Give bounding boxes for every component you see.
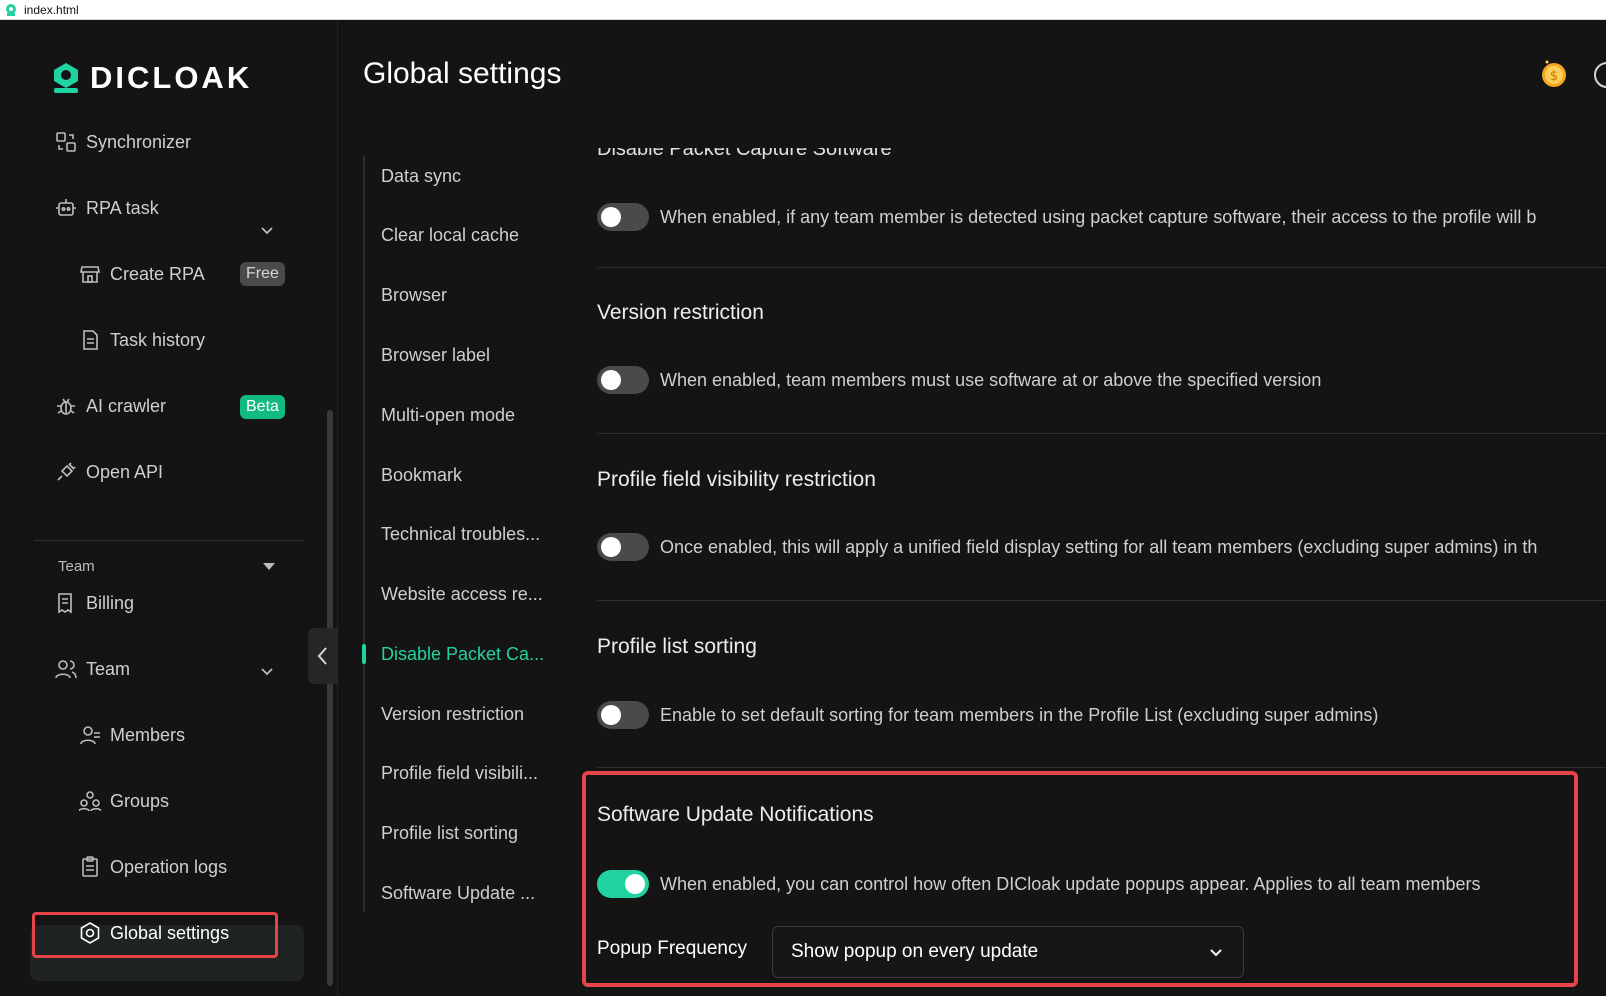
anchor-technical-troubleshooting[interactable]: Technical troubles... xyxy=(381,524,540,545)
plug-icon xyxy=(54,460,78,484)
setting-title-field-visibility: Profile field visibility restriction xyxy=(597,468,876,491)
setting-title-version-restriction: Version restriction xyxy=(597,301,764,324)
sidebar-item-label: AI crawler xyxy=(86,395,167,416)
sidebar-item-ai-crawler[interactable]: AI crawler xyxy=(54,391,166,421)
sidebar-item-operation-logs[interactable]: Operation logs xyxy=(78,852,227,882)
anchor-version-restriction[interactable]: Version restriction xyxy=(381,704,524,725)
sidebar-item-label: Create RPA xyxy=(110,263,205,284)
anchor-disable-packet-capture[interactable]: Disable Packet Ca... xyxy=(381,644,544,665)
divider xyxy=(597,767,1606,768)
anchor-profile-list-sorting[interactable]: Profile list sorting xyxy=(381,823,518,844)
setting-title-list-sorting: Profile list sorting xyxy=(597,635,757,658)
field-visibility-toggle[interactable] xyxy=(597,533,649,561)
setting-row-field-visibility: Once enabled, this will apply a unified … xyxy=(597,533,1537,561)
logo-text: DICLOAK xyxy=(90,60,253,95)
sidebar-item-members[interactable]: Members xyxy=(78,720,185,750)
window-title: index.html xyxy=(24,2,79,17)
anchor-bookmark[interactable]: Bookmark xyxy=(381,465,462,486)
window-titlebar: index.html xyxy=(0,0,1606,20)
account-icon[interactable] xyxy=(1594,62,1606,88)
sidebar-item-create-rpa[interactable]: Create RPA xyxy=(78,259,205,289)
sidebar-item-rpa-task[interactable]: RPA task xyxy=(54,193,159,223)
setting-title-packet-capture: Disable Packet Capture Software xyxy=(597,138,892,160)
setting-desc: When enabled, if any team member is dete… xyxy=(660,206,1537,227)
collapse-sidebar-button[interactable] xyxy=(308,628,338,684)
setting-row-version-restriction: When enabled, team members must use soft… xyxy=(597,366,1321,394)
anchor-clear-local-cache[interactable]: Clear local cache xyxy=(381,225,519,246)
free-badge: Free xyxy=(240,262,285,286)
sidebar: DICLOAK Synchronizer RPA task Create RPA… xyxy=(0,20,338,996)
page-title: Global settings xyxy=(363,57,562,90)
sidebar-item-label: Task history xyxy=(110,329,206,350)
beta-badge: Beta xyxy=(240,395,285,419)
sidebar-item-label: Operation logs xyxy=(110,856,228,877)
packet-capture-toggle[interactable] xyxy=(597,203,649,231)
divider xyxy=(597,600,1606,601)
setting-row-packet-capture: When enabled, if any team member is dete… xyxy=(597,203,1536,231)
sync-icon xyxy=(54,130,78,154)
document-icon xyxy=(78,328,102,352)
setting-desc: Enable to set default sorting for team m… xyxy=(660,704,1379,725)
divider xyxy=(597,267,1606,268)
bug-icon xyxy=(54,394,78,418)
sidebar-item-label: Groups xyxy=(110,790,170,811)
robot-icon xyxy=(54,196,78,220)
sidebar-item-label: Open API xyxy=(86,461,164,482)
sidebar-item-label: Members xyxy=(110,724,186,745)
team-section-label[interactable]: Team xyxy=(58,558,95,575)
sidebar-scrollbar[interactable] xyxy=(327,410,333,986)
divider xyxy=(597,433,1606,434)
sidebar-item-label: Synchronizer xyxy=(86,131,192,152)
billing-icon xyxy=(54,591,78,615)
anchor-data-sync[interactable]: Data sync xyxy=(381,166,461,187)
sidebar-item-team[interactable]: Team xyxy=(54,654,130,684)
sidebar-item-label: Team xyxy=(86,658,131,679)
setting-desc: Once enabled, this will apply a unified … xyxy=(660,536,1538,557)
sidebar-item-label: Billing xyxy=(86,592,135,613)
clipboard-icon xyxy=(78,855,102,879)
setting-desc: When enabled, team members must use soft… xyxy=(660,369,1322,390)
sidebar-item-synchronizer[interactable]: Synchronizer xyxy=(54,127,191,157)
dicloak-logo-icon xyxy=(54,63,78,93)
list-sorting-toggle[interactable] xyxy=(597,701,649,729)
sidebar-item-billing[interactable]: Billing xyxy=(54,588,134,618)
highlight-update-notifications xyxy=(582,771,1578,987)
members-icon xyxy=(78,723,102,747)
anchor-multi-open-mode[interactable]: Multi-open mode xyxy=(381,405,515,426)
sidebar-divider xyxy=(34,540,304,541)
sidebar-item-label: RPA task xyxy=(86,197,159,218)
chevron-down-icon[interactable] xyxy=(258,662,276,680)
highlight-global-settings xyxy=(32,912,278,958)
app-icon xyxy=(6,3,16,16)
anchor-software-update[interactable]: Software Update ... xyxy=(381,883,535,904)
anchor-rail xyxy=(363,156,365,912)
caret-down-icon[interactable] xyxy=(263,563,275,570)
chevron-down-icon[interactable] xyxy=(258,221,276,239)
sidebar-item-open-api[interactable]: Open API xyxy=(54,457,163,487)
chevron-left-icon xyxy=(317,647,327,665)
anchor-profile-field-visibility[interactable]: Profile field visibili... xyxy=(381,763,538,784)
anchor-browser[interactable]: Browser xyxy=(381,285,447,306)
setting-row-list-sorting: Enable to set default sorting for team m… xyxy=(597,701,1378,729)
anchor-active-indicator xyxy=(362,644,366,664)
sidebar-item-groups[interactable]: Groups xyxy=(78,786,169,816)
coin-icon[interactable]: $ xyxy=(1538,58,1570,90)
store-icon xyxy=(78,262,102,286)
svg-text:$: $ xyxy=(1550,69,1558,84)
team-icon xyxy=(54,657,78,681)
logo[interactable]: DICLOAK xyxy=(50,60,252,96)
groups-icon xyxy=(78,789,102,813)
version-restriction-toggle[interactable] xyxy=(597,366,649,394)
anchor-browser-label[interactable]: Browser label xyxy=(381,345,490,366)
sidebar-item-task-history[interactable]: Task history xyxy=(78,325,205,355)
anchor-website-access[interactable]: Website access re... xyxy=(381,584,543,605)
